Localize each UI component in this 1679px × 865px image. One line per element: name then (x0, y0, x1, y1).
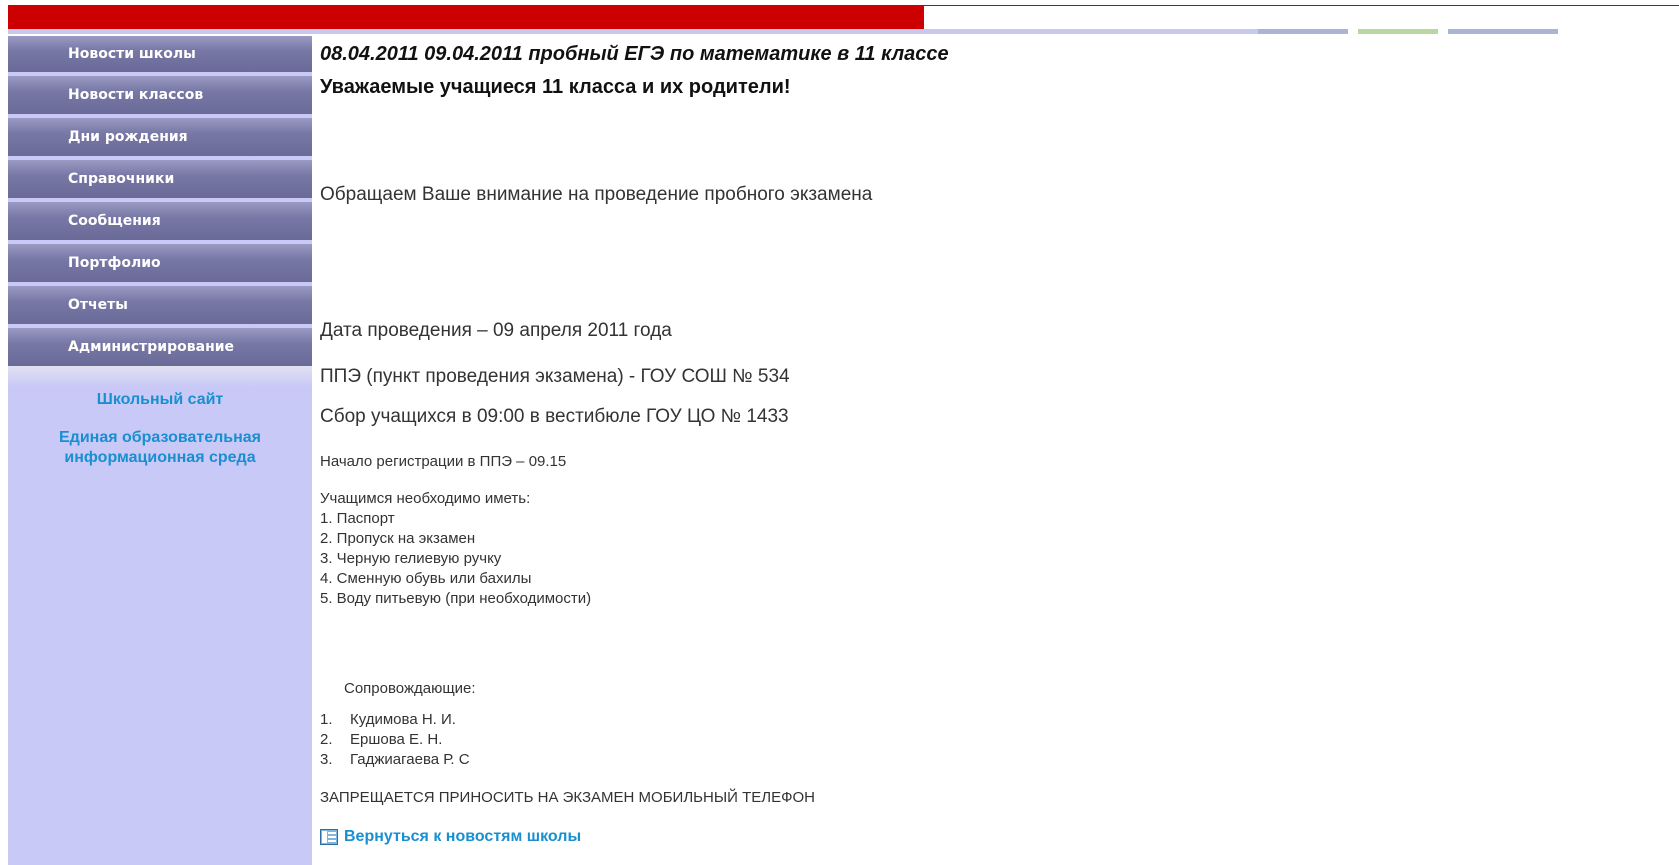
notice-text: Обращаем Ваше внимание на проведение про… (320, 184, 873, 205)
requirements-block: Учащимся необходимо иметь: 1. Паспорт 2.… (320, 489, 591, 609)
escorts-list: 1. Кудимова Н. И. 2. Ершова Е. Н. 3. Гаджиа… (320, 710, 470, 770)
news-subtitle: Уважаемые учащиеся 11 класса и их родите… (320, 76, 791, 98)
gathering-info: Сбор учащихся в 09:00 в вестибюле ГОУ ЦО… (320, 406, 789, 427)
exam-place: ППЭ (пункт проведения экзамена) - ГОУ СО… (320, 366, 790, 387)
sidebar-links: Школьный сайт Единая образовательная инф… (8, 390, 312, 468)
list-number: 3. (320, 751, 333, 768)
sidebar-menu: Новости школы Новости классов Дни рожден… (8, 36, 312, 386)
list-item: 4. Сменную обувь или бахилы (320, 570, 532, 587)
edu-environment-link-line1: Единая образовательная (58, 429, 261, 446)
list-item: 5. Воду питьевую (при необходимости) (320, 590, 592, 607)
list-number: 2. (320, 731, 333, 748)
menu-bottom-divider (8, 366, 312, 386)
sidebar-item-school-news[interactable]: Новости школы (8, 36, 312, 72)
school-site-link[interactable]: Школьный сайт (8, 390, 312, 410)
escort-name: Кудимова Н. И. (350, 711, 456, 728)
header-blue-strip (8, 29, 1258, 34)
sidebar-item-reports[interactable]: Отчеты (8, 286, 312, 324)
list-item: 2. Ершова Е. Н. (320, 730, 470, 750)
list-item: 3. Гаджиагаева Р. С (320, 750, 470, 770)
list-item: 2. Пропуск на экзамен (320, 530, 476, 547)
sidebar-item-messages[interactable]: Сообщения (8, 202, 312, 240)
news-list-icon (320, 829, 338, 845)
requirements-title: Учащимся необходимо иметь: (320, 490, 531, 507)
sidebar-item-class-news[interactable]: Новости классов (8, 76, 312, 114)
sidebar-item-birthdays[interactable]: Дни рождения (8, 118, 312, 156)
sidebar-item-directories[interactable]: Справочники (8, 160, 312, 198)
exam-date: Дата проведения – 09 апреля 2011 года (320, 320, 672, 341)
sidebar-item-portfolio[interactable]: Портфолио (8, 244, 312, 282)
escorts-title: Сопровождающие: (344, 680, 476, 697)
header-red-bar (8, 5, 924, 29)
sidebar: Новости школы Новости классов Дни рожден… (8, 36, 312, 865)
edu-environment-link-line2: информационная среда (64, 449, 256, 466)
phone-warning: ЗАПРЕЩАЕТСЯ ПРИНОСИТЬ НА ЭКЗАМЕН МОБИЛЬН… (320, 789, 815, 806)
sidebar-item-administration[interactable]: Администрирование (8, 328, 312, 366)
news-title: 08.04.2011 09.04.2011 пробный ЕГЭ по мат… (320, 43, 949, 65)
news-article: 08.04.2011 09.04.2011 пробный ЕГЭ по мат… (320, 40, 1660, 845)
list-item: 1. Паспорт (320, 510, 395, 527)
header-decoration (1258, 29, 1558, 37)
back-to-school-news-link[interactable]: Вернуться к новостям школы (320, 828, 581, 846)
registration-info: Начало регистрации в ППЭ – 09.15 (320, 453, 567, 470)
requirements-list: 1. Паспорт 2. Пропуск на экзамен 3. Черн… (320, 509, 591, 609)
edu-environment-link[interactable]: Единая образовательная информационная ср… (8, 428, 312, 468)
escort-name: Ершова Е. Н. (350, 731, 443, 748)
header-red-line (924, 5, 1679, 6)
list-item: 1. Кудимова Н. И. (320, 710, 470, 730)
escort-name: Гаджиагаева Р. С (350, 751, 470, 768)
back-link-label: Вернуться к новостям школы (344, 828, 582, 845)
list-number: 1. (320, 711, 333, 728)
list-item: 3. Черную гелиевую ручку (320, 550, 502, 567)
